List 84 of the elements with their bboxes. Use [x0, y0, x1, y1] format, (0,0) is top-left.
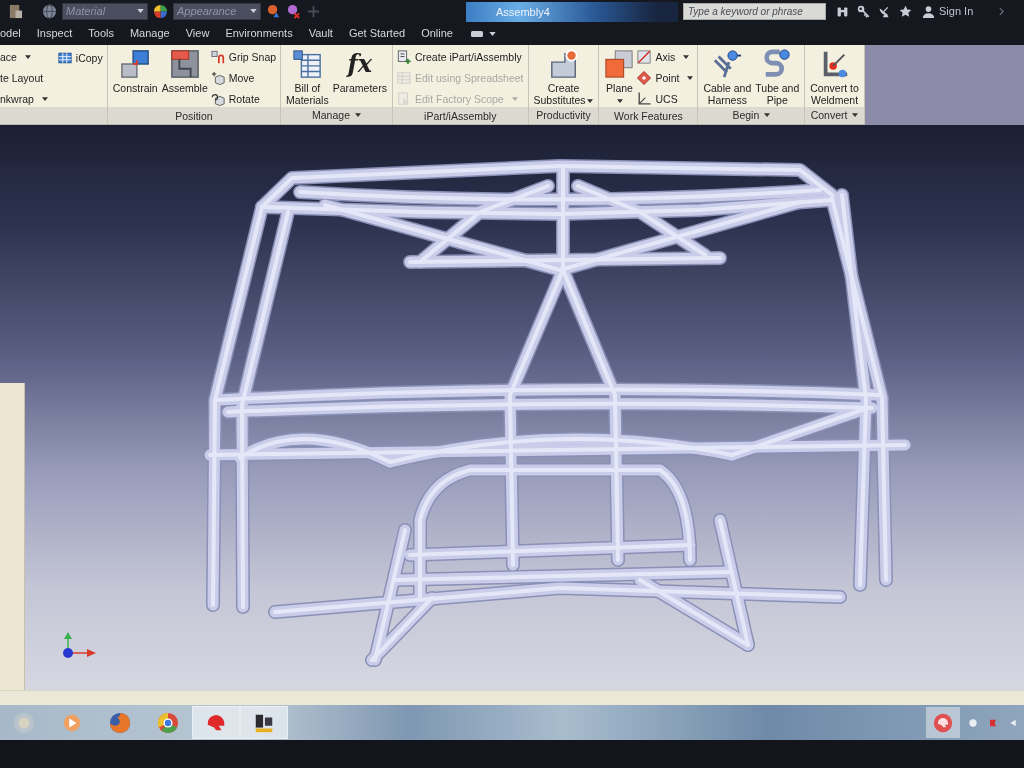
caret-icon [488, 31, 496, 36]
spreadsheet-icon [396, 71, 411, 85]
move-icon [210, 71, 225, 85]
document-plus-icon [396, 50, 411, 65]
ribbon-button[interactable]: Bill of Materials [285, 47, 330, 107]
star-icon[interactable] [899, 4, 912, 18]
ribbon-button[interactable]: te Layout [0, 69, 48, 87]
point-icon [637, 71, 652, 85]
plane-icon [604, 49, 635, 79]
rotate-icon [210, 91, 225, 106]
function-icon: fx [347, 49, 373, 79]
pipe-icon [762, 49, 793, 79]
ribbon-button[interactable]: UCS [637, 90, 694, 107]
chevron-icon[interactable] [999, 6, 1004, 16]
caret-icon [355, 113, 361, 118]
panel-menu-button[interactable]: Manage [308, 109, 365, 122]
ribbon-button[interactable]: Axis [637, 49, 694, 66]
globe-icon[interactable] [42, 3, 57, 19]
panel-menu-button[interactable]: Begin [728, 109, 775, 122]
tray-button[interactable] [926, 707, 960, 738]
ring-logo-icon [157, 711, 179, 734]
ribbon-button[interactable]: Create Substitutes [532, 47, 595, 107]
search-field[interactable]: Type a keyword or phrase [683, 2, 826, 20]
cable-icon [712, 49, 743, 79]
rectangle-icon [470, 29, 483, 38]
ribbon-tab[interactable]: Inspect [28, 23, 81, 44]
ribbon-button[interactable]: fx Parameters [331, 47, 388, 107]
axis-icon [637, 50, 652, 65]
panel-title: Position [174, 109, 214, 122]
ribbon-button[interactable]: ace [0, 49, 48, 66]
ribbon-tab[interactable]: Environments [217, 23, 301, 44]
table-icon [292, 49, 323, 79]
ribbon-button[interactable]: Tube and Pipe [754, 47, 801, 107]
ribbon-button[interactable]: Grip Snap [210, 49, 277, 66]
taskbar-button[interactable] [240, 706, 288, 739]
stacked-squares-icon [120, 49, 151, 79]
binoculars-icon[interactable] [836, 4, 849, 18]
flag-icon [989, 718, 997, 727]
documents-icon[interactable] [8, 3, 23, 19]
caret-icon [250, 9, 257, 13]
dot-icon [969, 718, 977, 727]
sphere-icon[interactable] [153, 3, 168, 19]
window-title: Assembly4 [466, 2, 678, 22]
panel-title: Work Features [613, 109, 684, 122]
ribbon-button[interactable]: nkwrap [0, 90, 48, 107]
person-icon [922, 4, 935, 18]
fox-globe-icon [109, 711, 131, 734]
start-orb-icon [13, 711, 35, 734]
ribbon-tab[interactable]: Online [413, 23, 461, 44]
ribbon-tab[interactable]: Get Started [340, 23, 414, 44]
caret-icon [852, 113, 859, 118]
ribbon-button[interactable]: Plane [603, 47, 636, 107]
ribbon-tab[interactable]: odel [0, 23, 29, 44]
panel-title: iPart/iAssembly [423, 109, 498, 122]
ball-remove-icon[interactable] [286, 3, 301, 19]
satellite-dish-icon[interactable] [878, 4, 891, 18]
triangle-icon [1009, 718, 1017, 727]
ribbon-button[interactable]: Convert to Weldment [809, 47, 860, 107]
sign-in-button[interactable]: Sign In [922, 4, 974, 18]
grid-icon [57, 50, 72, 65]
assembly-blocks-icon [169, 49, 200, 79]
ball-drop-icon[interactable] [266, 3, 281, 19]
ribbon-button[interactable]: Rotate [210, 90, 277, 107]
ribbon-button[interactable]: Assemble [160, 47, 209, 107]
ribbon-tab[interactable]: View [177, 23, 218, 44]
ribbon-tab[interactable]: Manage [121, 23, 178, 44]
document-icon [396, 91, 411, 106]
panel-title: Productivity [535, 109, 592, 122]
ribbon-button[interactable]: iCopy [57, 49, 103, 66]
caret-icon [764, 113, 771, 118]
panel-menu-button[interactable]: Convert [806, 109, 863, 122]
ribbon-button[interactable]: Create iPart/iAssembly [396, 49, 524, 66]
magnet-icon [210, 50, 225, 65]
caret-icon [137, 9, 144, 13]
helmet-icon [933, 712, 953, 733]
key-icon[interactable] [857, 4, 870, 18]
coordinate-axes-icon [637, 91, 652, 106]
ribbon-button[interactable]: Move [210, 69, 277, 87]
ribbon-button[interactable]: Constrain [111, 47, 159, 107]
ribbon-button[interactable]: Point [637, 69, 694, 87]
ribbon-tab[interactable]: Tools [80, 23, 122, 44]
ribbon-tab[interactable]: Vault [300, 23, 341, 44]
block-dot-icon [548, 49, 579, 79]
ribbon-button[interactable]: Cable and Harness [702, 47, 753, 107]
